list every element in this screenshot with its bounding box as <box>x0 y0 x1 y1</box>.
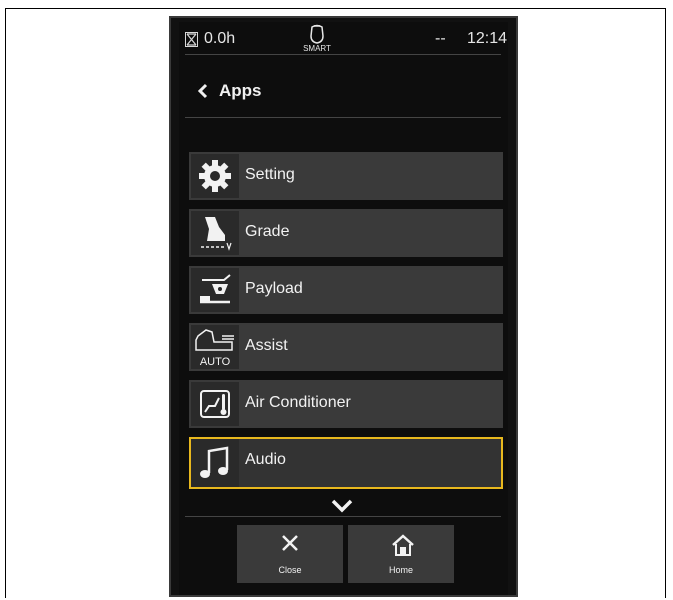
display-screen: 0.0h SMART -- 12:14 Apps Setting Grade P… <box>179 22 508 595</box>
clock: 12:14 <box>467 30 508 47</box>
app-item-audio[interactable]: Audio <box>189 437 503 489</box>
assist-auto-text: AUTO <box>200 356 231 368</box>
app-item-grade[interactable]: Grade <box>189 209 503 257</box>
app-label-audio: Audio <box>245 451 286 468</box>
home-label: Home <box>388 565 413 575</box>
chevron-left-icon <box>197 83 208 99</box>
app-item-payload[interactable]: Payload <box>189 266 503 314</box>
app-label-air-conditioner: Air Conditioner <box>245 394 351 411</box>
app-label-assist: Assist <box>245 337 288 354</box>
excavator-auto-icon: AUTO <box>191 325 239 369</box>
chevron-down-icon[interactable] <box>327 496 357 516</box>
status-divider <box>185 54 501 55</box>
back-button[interactable]: Apps <box>193 78 262 104</box>
status-bar: 0.0h SMART -- 12:14 <box>179 22 508 58</box>
close-label: Close <box>278 565 302 575</box>
app-label-grade: Grade <box>245 223 290 240</box>
footer-divider <box>185 516 501 517</box>
gear-icon <box>191 154 239 198</box>
engine-smart-icon: SMART <box>299 24 335 56</box>
app-label-setting: Setting <box>245 166 295 183</box>
close-button[interactable]: Close <box>237 525 343 583</box>
smart-label: SMART <box>303 44 331 53</box>
hourglass-icon <box>185 32 198 47</box>
app-item-setting[interactable]: Setting <box>189 152 503 200</box>
climate-icon <box>191 382 239 426</box>
app-item-assist[interactable]: AUTO Assist <box>189 323 503 371</box>
page-title: Apps <box>219 81 262 100</box>
grade-bucket-icon <box>191 211 239 255</box>
header-divider <box>185 117 501 118</box>
device-bezel: 0.0h SMART -- 12:14 Apps Setting Grade P… <box>169 16 518 597</box>
status-indicator: -- <box>435 30 446 47</box>
app-label-payload: Payload <box>245 280 303 297</box>
app-item-air-conditioner[interactable]: Air Conditioner <box>189 380 503 428</box>
home-icon <box>392 534 414 556</box>
payload-scale-icon <box>191 268 239 312</box>
hour-meter-value: 0.0h <box>204 30 236 47</box>
music-note-icon <box>191 439 239 487</box>
close-icon <box>282 535 298 551</box>
home-button[interactable]: Home <box>348 525 454 583</box>
